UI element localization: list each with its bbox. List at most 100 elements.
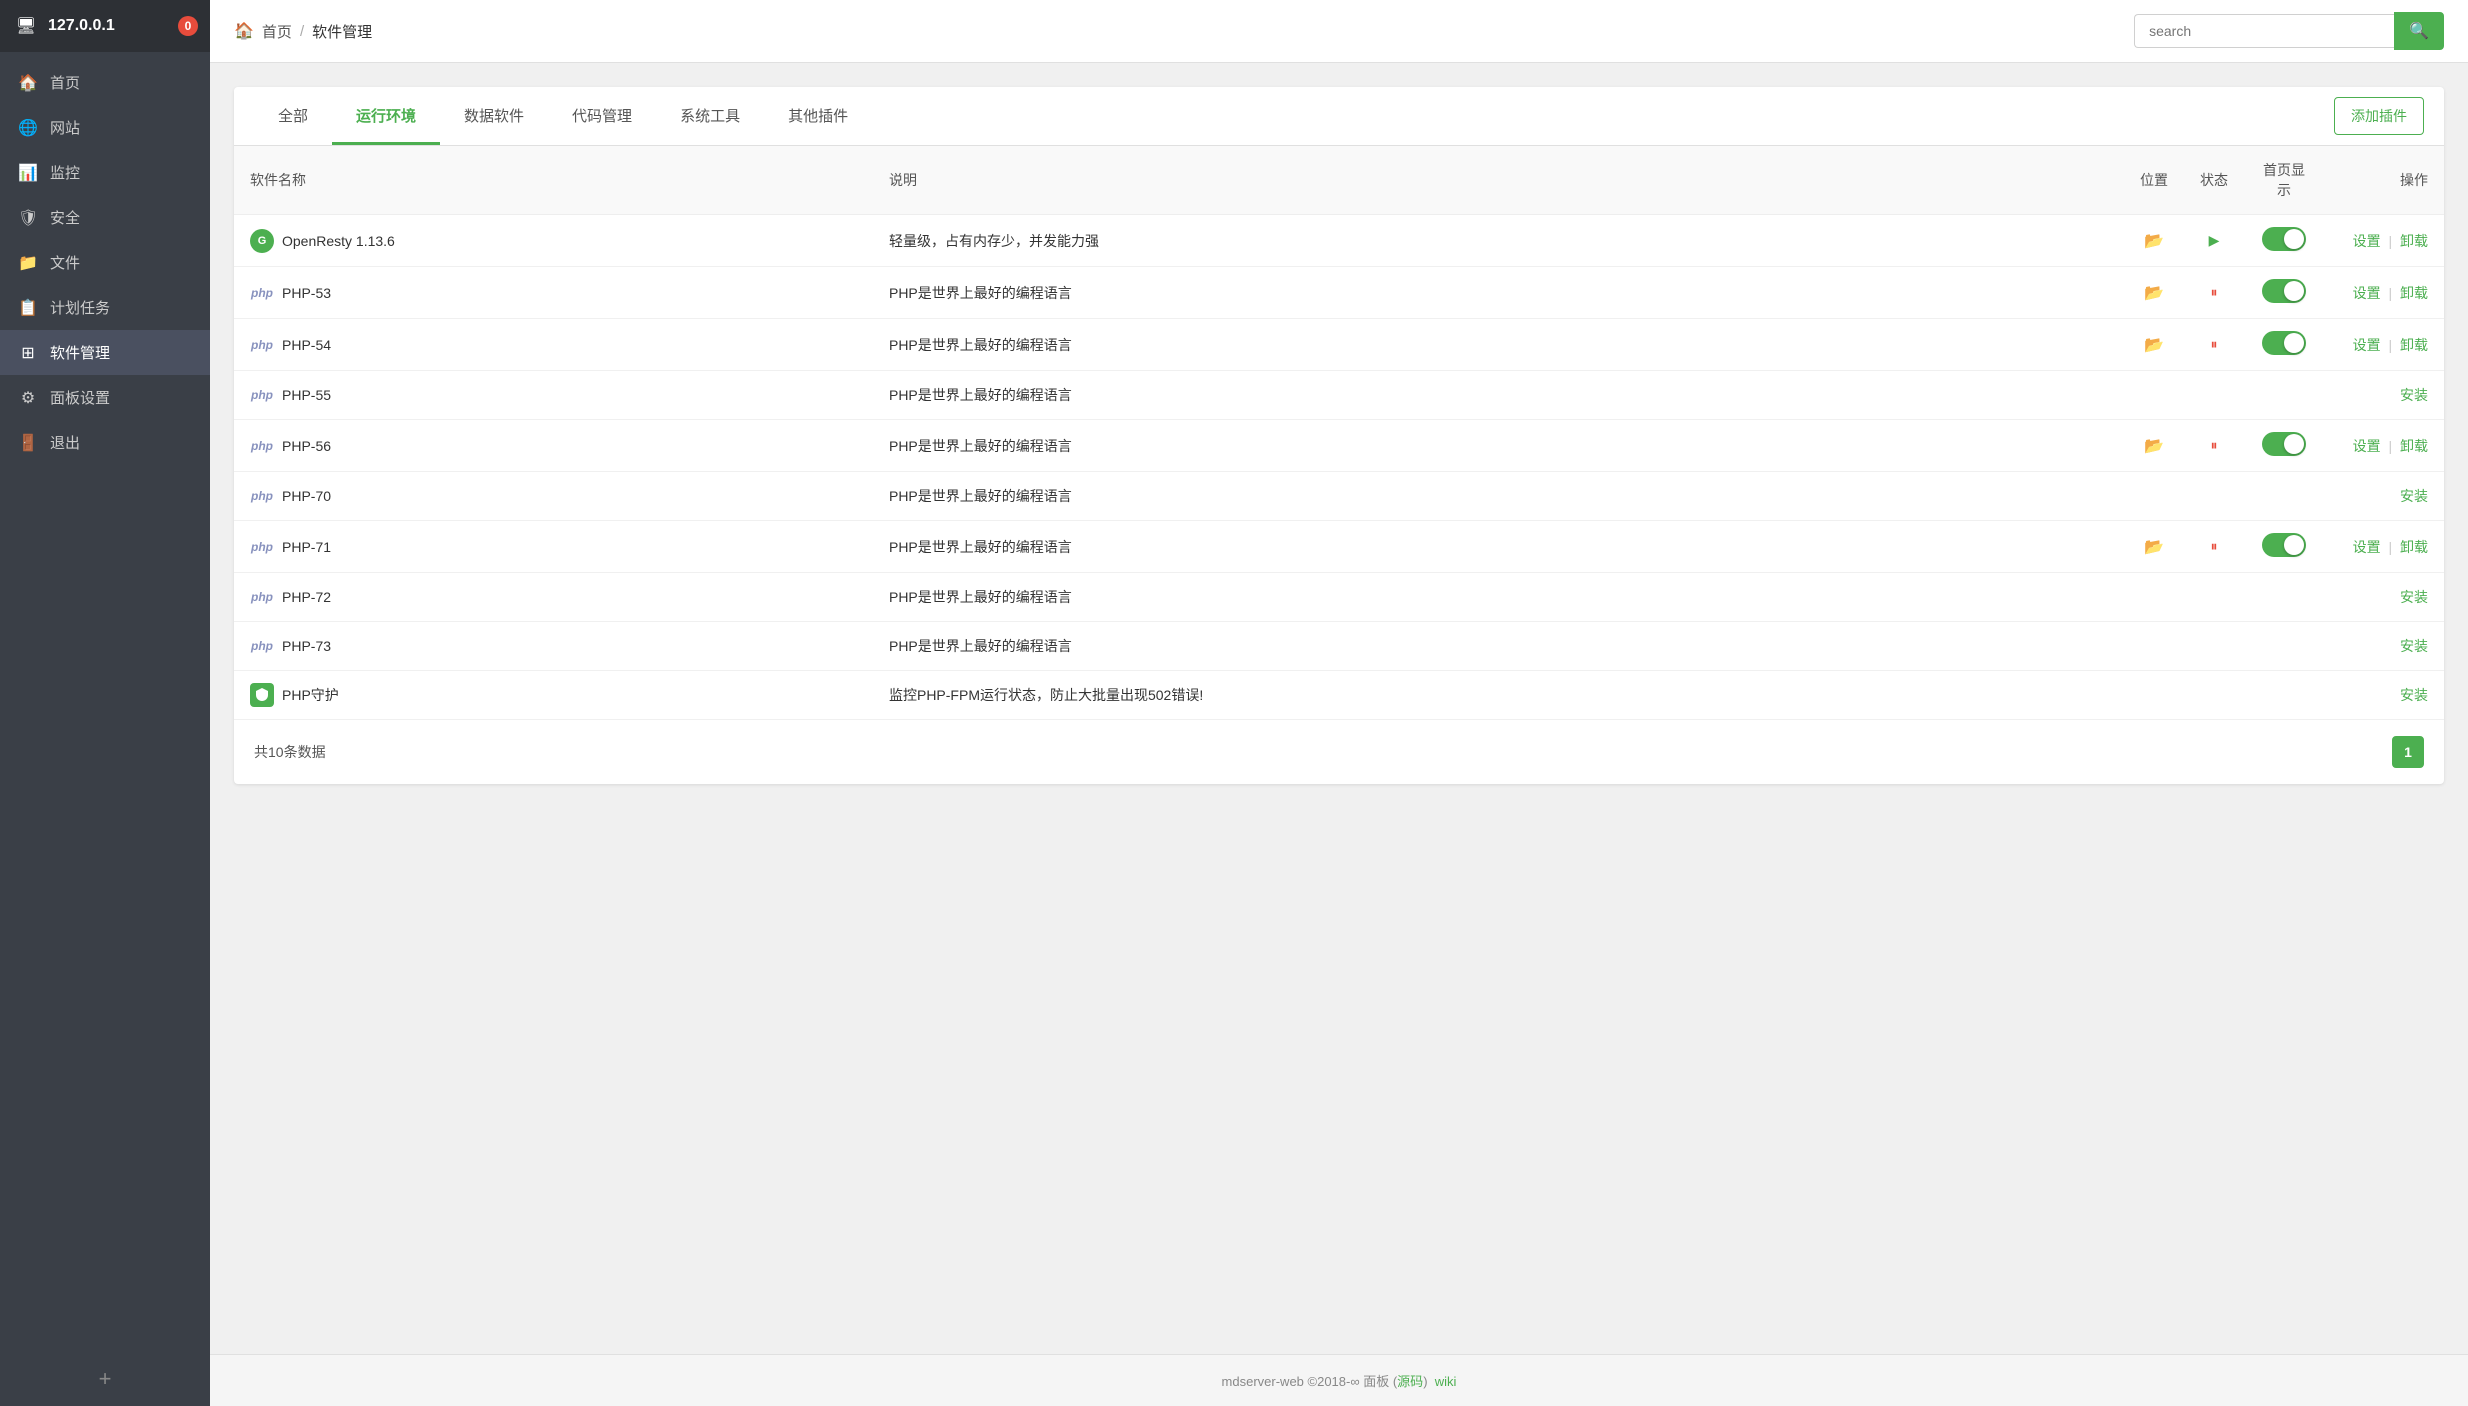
uninstall-link[interactable]: 卸载 [2400, 337, 2428, 353]
tab-plugins[interactable]: 其他插件 [764, 89, 872, 145]
sw-icon-wrap: G [250, 229, 274, 253]
add-plugin-button[interactable]: 添加插件 [2334, 97, 2424, 135]
plus-icon: + [99, 1366, 112, 1392]
desc-cell: 轻量级，占有内存少，并发能力强 [873, 215, 2124, 267]
php-icon: php [251, 540, 273, 554]
col-header-action: 操作 [2324, 146, 2444, 215]
toggle-switch[interactable] [2262, 279, 2306, 303]
monitor-icon: 🖥 [12, 16, 40, 36]
software-name: php PHP-53 [250, 281, 857, 305]
play-icon[interactable]: ▶ [2209, 232, 2220, 248]
desc-cell: 监控PHP-FPM运行状态，防止大批量出现502错误! [873, 671, 2124, 720]
pause-icon[interactable]: ⏸ [2211, 538, 2218, 554]
install-link[interactable]: 安装 [2400, 488, 2428, 504]
settings-link[interactable]: 设置 [2353, 438, 2381, 454]
status-cell: ⏸ [2184, 319, 2244, 371]
gear-icon: ⚙ [18, 388, 38, 408]
breadcrumb-home[interactable]: 首页 [262, 21, 292, 42]
software-name: php PHP-72 [250, 585, 857, 609]
name-cell: php PHP-71 [234, 521, 873, 573]
php-icon: php [251, 489, 273, 503]
source-link[interactable]: 源码 [1397, 1374, 1423, 1389]
action-cell: 设置 | 卸载 [2324, 521, 2444, 573]
add-button[interactable]: + [0, 1352, 210, 1406]
page-1-button[interactable]: 1 [2392, 736, 2424, 768]
wiki-link[interactable]: wiki [1435, 1374, 1457, 1389]
search-input[interactable] [2134, 14, 2394, 48]
settings-link[interactable]: 设置 [2353, 233, 2381, 249]
php-icon: php [251, 388, 273, 402]
monitor-nav-icon: 📊 [18, 163, 38, 183]
toggle-switch[interactable] [2262, 331, 2306, 355]
install-link[interactable]: 安装 [2400, 687, 2428, 703]
location-cell [2124, 573, 2184, 622]
sidebar: 🖥 127.0.0.1 0 🏠 首页 🌐 网站 📊 监控 🛡 安全 📁 文件 📋… [0, 0, 210, 1406]
col-header-name: 软件名称 [234, 146, 873, 215]
software-name-text: PHP-73 [282, 638, 331, 654]
sidebar-item-website[interactable]: 🌐 网站 [0, 105, 210, 150]
sidebar-item-logout[interactable]: 🚪 退出 [0, 420, 210, 465]
sidebar-item-software[interactable]: ⊞ 软件管理 [0, 330, 210, 375]
pause-icon[interactable]: ⏸ [2211, 284, 2218, 300]
toggle-switch[interactable] [2262, 533, 2306, 557]
uninstall-link[interactable]: 卸载 [2400, 539, 2428, 555]
php-icon: php [251, 439, 273, 453]
action-cell: 安装 [2324, 671, 2444, 720]
table-row: PHP守护 监控PHP-FPM运行状态，防止大批量出现502错误! 安装 [234, 671, 2444, 720]
sw-icon-wrap: php [250, 585, 274, 609]
table-row: php PHP-53 PHP是世界上最好的编程语言 📂 ⏸ 设置 | 卸载 [234, 267, 2444, 319]
action-cell: 设置 | 卸载 [2324, 215, 2444, 267]
settings-link[interactable]: 设置 [2353, 539, 2381, 555]
settings-link[interactable]: 设置 [2353, 337, 2381, 353]
toggle-cell [2244, 521, 2324, 573]
location-cell: 📂 [2124, 420, 2184, 472]
toggle-switch[interactable] [2262, 227, 2306, 251]
table-row: G OpenResty 1.13.6 轻量级，占有内存少，并发能力强 📂 ▶ 设… [234, 215, 2444, 267]
install-link[interactable]: 安装 [2400, 387, 2428, 403]
sidebar-item-monitor[interactable]: 📊 监控 [0, 150, 210, 195]
toggle-switch[interactable] [2262, 432, 2306, 456]
folder-icon[interactable]: 📂 [2144, 233, 2164, 250]
location-cell: 📂 [2124, 267, 2184, 319]
software-name: php PHP-71 [250, 535, 857, 559]
install-link[interactable]: 安装 [2400, 638, 2428, 654]
sidebar-item-label: 面板设置 [50, 387, 110, 408]
sidebar-item-home[interactable]: 🏠 首页 [0, 60, 210, 105]
desc-cell: PHP是世界上最好的编程语言 [873, 319, 2124, 371]
name-cell: php PHP-70 [234, 472, 873, 521]
folder-nav-icon: 📁 [18, 253, 38, 273]
settings-link[interactable]: 设置 [2353, 285, 2381, 301]
footer-text: mdserver-web ©2018-∞ 面板 ( [1222, 1374, 1398, 1389]
software-name: php PHP-55 [250, 383, 857, 407]
table-row: php PHP-71 PHP是世界上最好的编程语言 📂 ⏸ 设置 | 卸载 [234, 521, 2444, 573]
uninstall-link[interactable]: 卸载 [2400, 233, 2428, 249]
folder-icon[interactable]: 📂 [2144, 337, 2164, 354]
pause-icon[interactable]: ⏸ [2211, 336, 2218, 352]
php-icon: php [251, 286, 273, 300]
uninstall-link[interactable]: 卸载 [2400, 438, 2428, 454]
folder-icon[interactable]: 📂 [2144, 438, 2164, 455]
col-header-location: 位置 [2124, 146, 2184, 215]
sidebar-item-tasks[interactable]: 📋 计划任务 [0, 285, 210, 330]
folder-icon[interactable]: 📂 [2144, 285, 2164, 302]
tabs-bar: 全部 运行环境 数据软件 代码管理 系统工具 其他插件 [234, 87, 2444, 146]
install-link[interactable]: 安装 [2400, 589, 2428, 605]
sidebar-item-files[interactable]: 📁 文件 [0, 240, 210, 285]
tab-runtime[interactable]: 运行环境 [332, 89, 440, 145]
tasks-icon: 📋 [18, 298, 38, 318]
uninstall-link[interactable]: 卸载 [2400, 285, 2428, 301]
pause-icon[interactable]: ⏸ [2211, 437, 2218, 453]
tab-database[interactable]: 数据软件 [440, 89, 548, 145]
phpguard-icon [250, 683, 274, 707]
content-area: 全部 运行环境 数据软件 代码管理 系统工具 其他插件 [210, 63, 2468, 1354]
software-name: G OpenResty 1.13.6 [250, 229, 857, 253]
table-row: php PHP-70 PHP是世界上最好的编程语言 安装 [234, 472, 2444, 521]
folder-icon[interactable]: 📂 [2144, 539, 2164, 556]
sidebar-item-settings[interactable]: ⚙ 面板设置 [0, 375, 210, 420]
tab-code[interactable]: 代码管理 [548, 89, 656, 145]
tab-tools[interactable]: 系统工具 [656, 89, 764, 145]
search-button[interactable]: 🔍 [2394, 12, 2444, 50]
tab-all[interactable]: 全部 [254, 89, 332, 145]
toggle-cell [2244, 371, 2324, 420]
sidebar-item-security[interactable]: 🛡 安全 [0, 195, 210, 240]
